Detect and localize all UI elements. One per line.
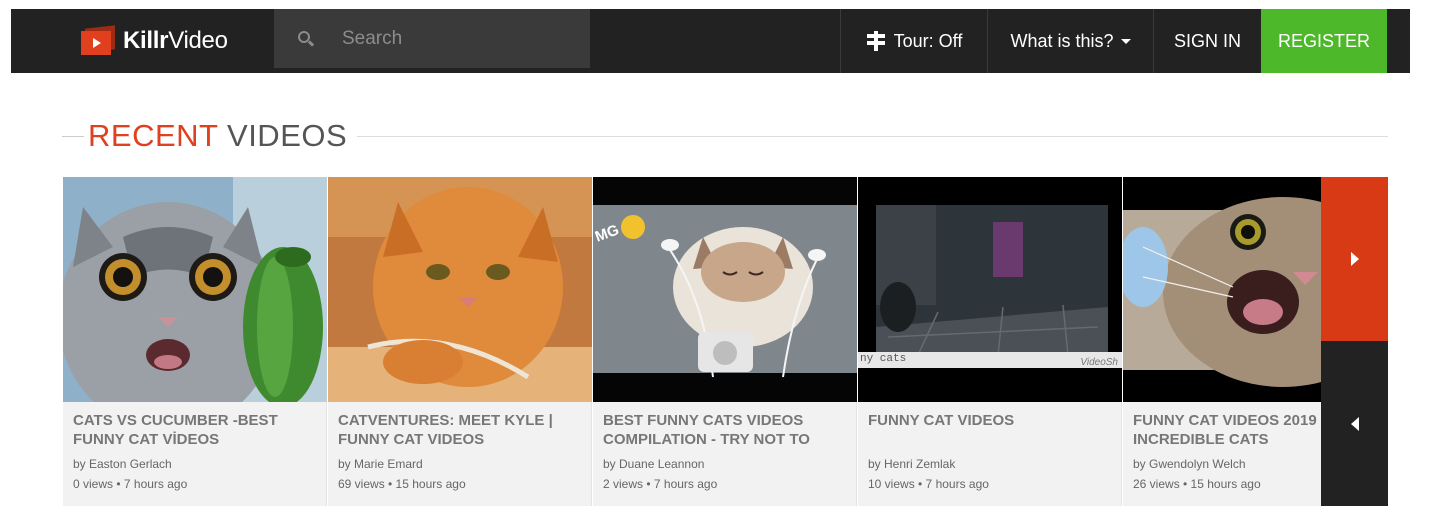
video-card[interactable]: MG BEST FUNNY CATS VIDEOS COMPILATION - …	[593, 177, 857, 506]
signpost-icon	[866, 31, 886, 51]
video-title[interactable]: CATS VS CUCUMBER -BEST FUNNY CAT VİDEOS	[73, 411, 323, 449]
tour-toggle-button[interactable]: Tour: Off	[840, 9, 987, 73]
carousel-next-button[interactable]	[1321, 177, 1388, 341]
caret-left-icon	[1350, 416, 1359, 431]
carousel-prev-button[interactable]	[1321, 341, 1388, 506]
register-button[interactable]: REGISTER	[1261, 9, 1387, 73]
sign-in-label: SIGN IN	[1173, 30, 1241, 51]
thumbnail-watermark: VideoSh	[1080, 357, 1118, 368]
video-author: by Henri Zemlak	[868, 457, 956, 471]
video-card[interactable]: CATVENTURES: MEET KYLE | FUNNY CAT VIDEO…	[328, 177, 592, 506]
caret-down-icon	[1120, 38, 1131, 44]
video-thumbnail[interactable]: MG	[593, 177, 857, 402]
recent-videos-carousel: CATS VS CUCUMBER -BEST FUNNY CAT VİDEOS …	[63, 177, 1388, 506]
video-stats: 0 views • 7 hours ago	[73, 477, 188, 491]
tour-label: Tour: Off	[893, 30, 963, 51]
nav-menu: Tour: Off What is this? SIGN IN REGISTER	[840, 9, 1387, 73]
thumbnail-caption: ny cats	[860, 353, 907, 365]
top-navbar: KillrVideo Tour: Off What is this? SIGN …	[11, 9, 1410, 73]
killrvideo-logo-icon	[81, 24, 115, 56]
brand-link[interactable]: KillrVideo	[81, 24, 228, 57]
what-is-this-dropdown[interactable]: What is this?	[987, 9, 1153, 73]
register-label: REGISTER	[1277, 30, 1370, 51]
video-author: by Duane Leannon	[603, 457, 705, 471]
video-title[interactable]: CATVENTURES: MEET KYLE | FUNNY CAT VIDEO…	[338, 411, 588, 449]
sign-in-button[interactable]: SIGN IN	[1153, 9, 1261, 73]
video-meta: CATVENTURES: MEET KYLE | FUNNY CAT VIDEO…	[338, 411, 588, 492]
video-author: by Marie Emard	[338, 457, 423, 471]
search-input[interactable]	[342, 23, 572, 54]
video-meta: BEST FUNNY CATS VIDEOS COMPILATION - TRY…	[603, 411, 853, 492]
video-card[interactable]: CATS VS CUCUMBER -BEST FUNNY CAT VİDEOS …	[63, 177, 327, 506]
recent-videos-header: RECENT VIDEOS	[62, 116, 1388, 156]
video-meta: CATS VS CUCUMBER -BEST FUNNY CAT VİDEOS …	[73, 411, 323, 492]
what-is-this-label: What is this?	[1010, 30, 1114, 51]
video-thumbnail[interactable]	[63, 177, 327, 402]
brand-name: KillrVideo	[123, 27, 228, 54]
heading-rule-left	[62, 135, 84, 137]
video-meta: FUNNY CAT VIDEOS by Henri Zemlak 10 view…	[868, 411, 1118, 492]
video-thumbnail[interactable]	[328, 177, 592, 402]
video-title[interactable]: BEST FUNNY CATS VIDEOS COMPILATION - TRY…	[603, 411, 853, 449]
section-heading: RECENT VIDEOS	[88, 118, 348, 153]
video-card[interactable]: ny cats VideoSh FUNNY CAT VIDEOS by Henr…	[858, 177, 1122, 506]
search-box	[274, 9, 590, 68]
video-thumbnail[interactable]: ny cats VideoSh	[858, 177, 1122, 402]
video-stats: 2 views • 7 hours ago	[603, 477, 718, 491]
heading-rule-right	[357, 135, 1388, 137]
video-title[interactable]: FUNNY CAT VIDEOS	[868, 411, 1118, 449]
caret-right-icon	[1350, 252, 1359, 266]
video-stats: 10 views • 7 hours ago	[868, 477, 989, 491]
video-stats: 69 views • 15 hours ago	[338, 477, 466, 491]
search-icon[interactable]	[298, 30, 315, 47]
video-author: by Easton Gerlach	[73, 457, 172, 471]
